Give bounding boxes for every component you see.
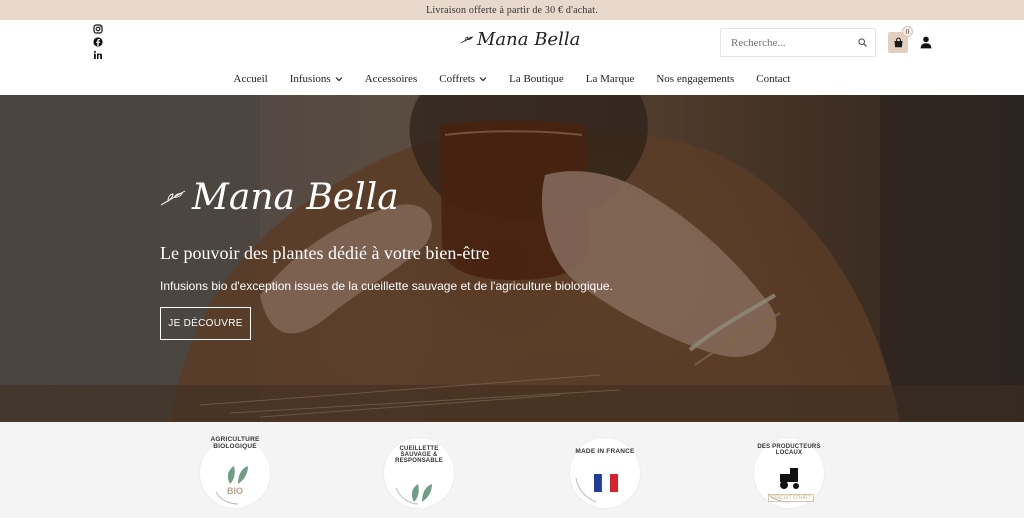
hero-logo: Mana Bella: [160, 177, 399, 218]
promo-banner: Livraison offerte à partir de 30 € d'ach…: [0, 0, 1024, 20]
shopping-bag-icon: [894, 37, 902, 48]
site-logo[interactable]: Mana Bella: [460, 29, 580, 50]
cart-count-badge: 0: [902, 26, 913, 37]
hero-banner: Mana Bella Le pouvoir des plantes dédié …: [0, 95, 1024, 422]
search-icon[interactable]: [858, 34, 867, 52]
nav-item-contact[interactable]: Contact: [756, 73, 790, 85]
search-box: [720, 28, 876, 57]
badge-label: AGRICULTURE BIOLOGIQUE: [210, 436, 260, 450]
badge-label: MADE IN FRANCE: [575, 448, 635, 455]
nav-item-accueil[interactable]: Accueil: [234, 73, 268, 85]
badge-agriculture-biologique: AGRICULTURE BIOLOGIQUE BIO: [200, 436, 270, 508]
badge-cueillette-sauvage: CUEILLETTE SAUVAGE & RESPONSABLE: [384, 438, 454, 508]
nav-label: La Boutique: [509, 73, 564, 85]
badge-producteurs-locaux: DES PRODUCTEURS LOCAUX CIRCUIT COURT: [754, 438, 824, 508]
nav-item-nos-engagements[interactable]: Nos engagements: [656, 73, 734, 85]
badge-extra: BIO: [226, 486, 243, 496]
search-input[interactable]: [731, 36, 846, 49]
user-account-icon[interactable]: [920, 36, 932, 49]
nav-label: Infusions: [289, 73, 331, 85]
social-links: [92, 24, 103, 60]
badge-made-in-france: MADE IN FRANCE: [570, 438, 640, 508]
nav-item-coffrets[interactable]: Coffrets: [439, 73, 487, 85]
nav-item-accessoires[interactable]: Accessoires: [365, 73, 418, 85]
site-header: Mana Bella 0 Accueil Infusions Accessoir…: [0, 20, 1024, 95]
chevron-down-icon: [335, 77, 343, 82]
hero-logo-text: Mana Bella: [192, 177, 399, 218]
commitments-section: AGRICULTURE BIOLOGIQUE BIO CUEILLETTE SA…: [0, 422, 1024, 518]
linkedin-icon[interactable]: [92, 50, 103, 60]
hero-overlay: [0, 95, 1024, 422]
badge-extra: CIRCUIT COURT: [768, 494, 814, 502]
french-flag-icon: [594, 473, 618, 493]
badge-label: CUEILLETTE SAUVAGE & RESPONSABLE: [395, 446, 443, 464]
nav-label: Coffrets: [439, 73, 476, 85]
leaf-icon: [411, 484, 432, 502]
nav-label: Accueil: [233, 73, 268, 85]
leaf-icon: [460, 36, 474, 43]
cart-button[interactable]: 0: [888, 26, 913, 53]
chevron-down-icon: [479, 77, 487, 82]
logo-text: Mana Bella: [477, 29, 581, 50]
nav-label: Contact: [756, 73, 791, 85]
hero-tagline: Le pouvoir des plantes dédié à votre bie…: [160, 243, 490, 263]
tractor-icon: [780, 468, 799, 489]
nav-item-la-boutique[interactable]: La Boutique: [509, 73, 564, 85]
nav-label: La Marque: [585, 73, 635, 85]
nav-label: Accessoires: [364, 73, 418, 85]
badge-label: DES PRODUCTEURS LOCAUX: [757, 444, 821, 456]
leaf-icon: [160, 190, 186, 205]
nav-item-infusions[interactable]: Infusions: [290, 73, 343, 85]
leaf-icon: [227, 466, 248, 484]
instagram-icon[interactable]: [92, 24, 103, 34]
main-navigation: Accueil Infusions Accessoires Coffrets L…: [0, 73, 1024, 85]
hero-subtitle: Infusions bio d'exception issues de la c…: [160, 279, 613, 293]
promo-text: Livraison offerte à partir de 30 € d'ach…: [426, 4, 598, 16]
facebook-icon[interactable]: [92, 37, 103, 47]
discover-button[interactable]: JE DÉCOUVRE: [160, 307, 251, 340]
nav-label: Nos engagements: [656, 73, 735, 85]
nav-item-la-marque[interactable]: La Marque: [586, 73, 635, 85]
